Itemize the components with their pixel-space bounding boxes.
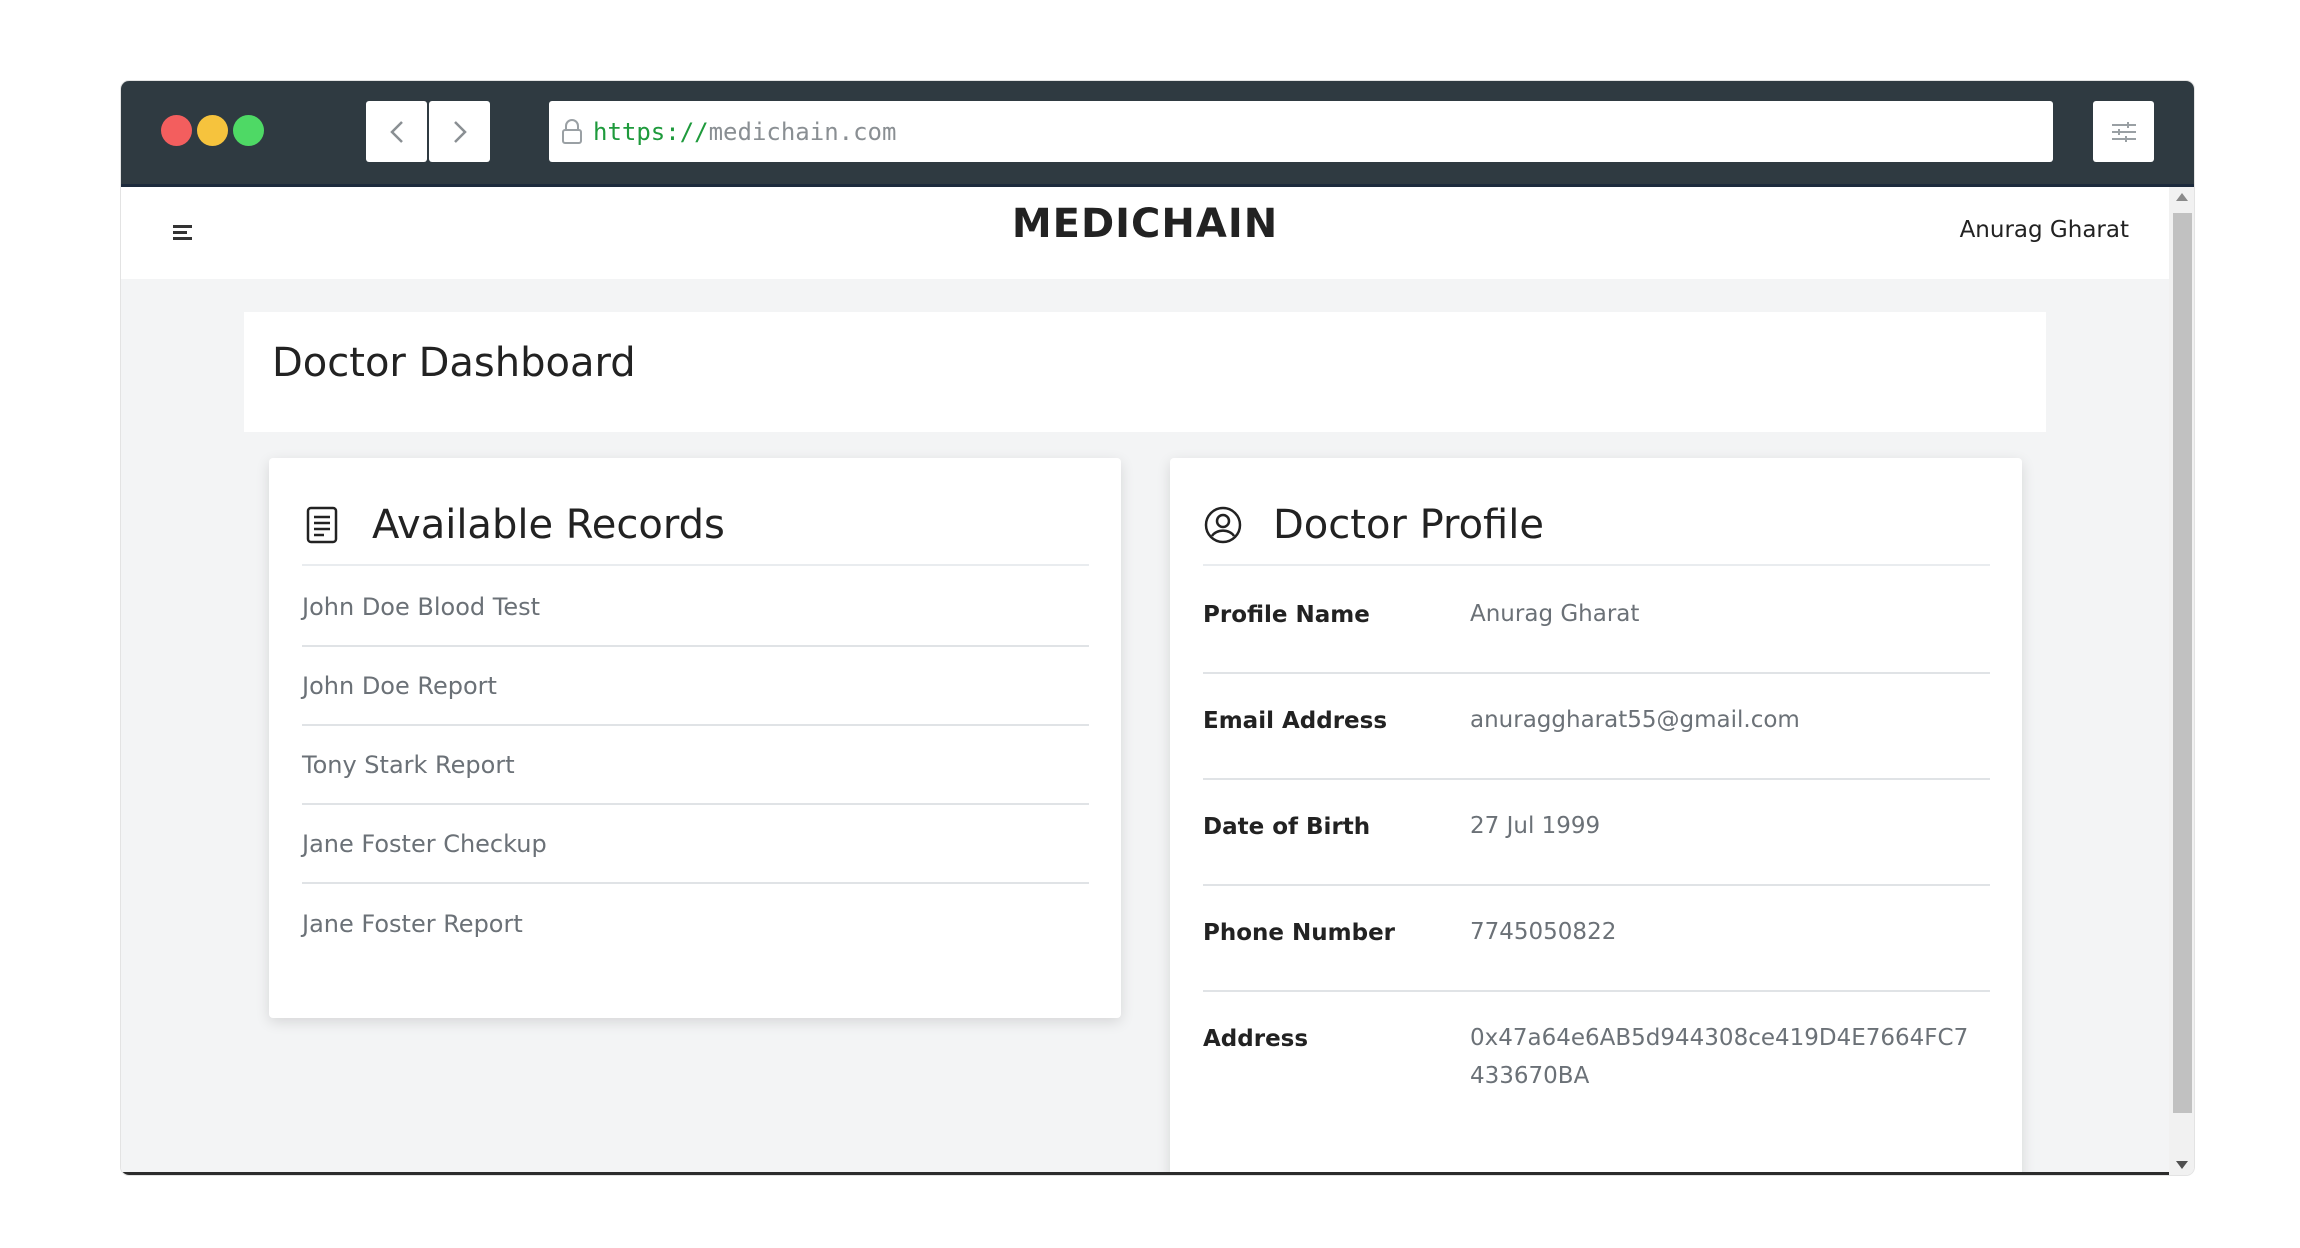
record-item[interactable]: Jane Foster Checkup [302, 805, 1089, 884]
chevron-right-icon [453, 120, 467, 143]
profile-row-phone: Phone Number 7745050822 [1203, 886, 1990, 992]
browser-toolbar: https://medichain.com [121, 81, 2194, 184]
records-list: John Doe Blood Test John Doe Report Tony… [302, 568, 1089, 963]
close-window-dot[interactable] [161, 115, 192, 146]
profile-value: 27 Jul 1999 [1470, 813, 1601, 839]
record-item[interactable]: Tony Stark Report [302, 726, 1089, 805]
address-bar[interactable]: https://medichain.com [549, 101, 2053, 162]
browser-window: https://medichain.com MEDICHAIN Anurag G… [121, 81, 2194, 1175]
profile-card: Doctor Profile Profile Name Anurag Ghara… [1170, 458, 2022, 1175]
records-card-header: Available Records [302, 486, 1089, 566]
maximize-window-dot[interactable] [233, 115, 264, 146]
dashboard-header: Doctor Dashboard [244, 312, 2046, 432]
profile-details: Profile Name Anurag Gharat Email Address… [1203, 568, 1990, 1098]
user-name[interactable]: Anurag Gharat [1960, 217, 2129, 243]
scrollbar-thumb[interactable] [2173, 213, 2192, 1113]
document-icon [306, 506, 338, 544]
back-button[interactable] [366, 101, 427, 162]
profile-row-email: Email Address anuraggharat55@gmail.com [1203, 674, 1990, 780]
forward-button[interactable] [429, 101, 490, 162]
vertical-scrollbar[interactable] [2169, 187, 2194, 1175]
page-title: Doctor Dashboard [272, 340, 636, 386]
profile-label: Profile Name [1203, 602, 1370, 628]
record-item[interactable]: Jane Foster Report [302, 884, 1089, 963]
sliders-icon [2111, 121, 2136, 142]
scroll-up-arrow-icon[interactable] [2176, 193, 2188, 201]
profile-row-name: Profile Name Anurag Gharat [1203, 568, 1990, 674]
records-title: Available Records [372, 502, 725, 548]
user-circle-icon [1204, 506, 1242, 544]
chevron-left-icon [389, 120, 403, 143]
brand-title[interactable]: MEDICHAIN [121, 201, 2169, 247]
profile-card-header: Doctor Profile [1203, 486, 1990, 566]
profile-label: Phone Number [1203, 920, 1396, 946]
lock-icon [562, 118, 582, 144]
profile-row-dob: Date of Birth 27 Jul 1999 [1203, 780, 1990, 886]
record-item[interactable]: John Doe Report [302, 647, 1089, 726]
profile-value: 0x47a64e6AB5d944308ce419D4E7664FC7433670… [1470, 1025, 1969, 1089]
minimize-window-dot[interactable] [197, 115, 228, 146]
scroll-down-arrow-icon[interactable] [2176, 1161, 2188, 1169]
profile-label: Email Address [1203, 708, 1388, 734]
record-item[interactable]: John Doe Blood Test [302, 568, 1089, 647]
profile-value: Anurag Gharat [1470, 601, 1640, 627]
profile-row-address: Address 0x47a64e6AB5d944308ce419D4E7664F… [1203, 992, 1990, 1098]
records-card: Available Records John Doe Blood Test Jo… [269, 458, 1121, 1018]
profile-title: Doctor Profile [1273, 502, 1544, 548]
profile-value: 7745050822 [1470, 919, 1617, 945]
profile-value: anuraggharat55@gmail.com [1470, 707, 1800, 733]
profile-label: Date of Birth [1203, 814, 1371, 840]
page-viewport: MEDICHAIN Anurag Gharat Doctor Dashboard… [121, 187, 2169, 1175]
url-scheme: https:// [593, 117, 709, 146]
viewport-bottom-edge [121, 1172, 2169, 1175]
profile-label: Address [1203, 1026, 1309, 1052]
url-host: medichain.com [708, 117, 897, 146]
top-navbar: MEDICHAIN Anurag Gharat [121, 187, 2169, 279]
settings-button[interactable] [2093, 101, 2154, 162]
